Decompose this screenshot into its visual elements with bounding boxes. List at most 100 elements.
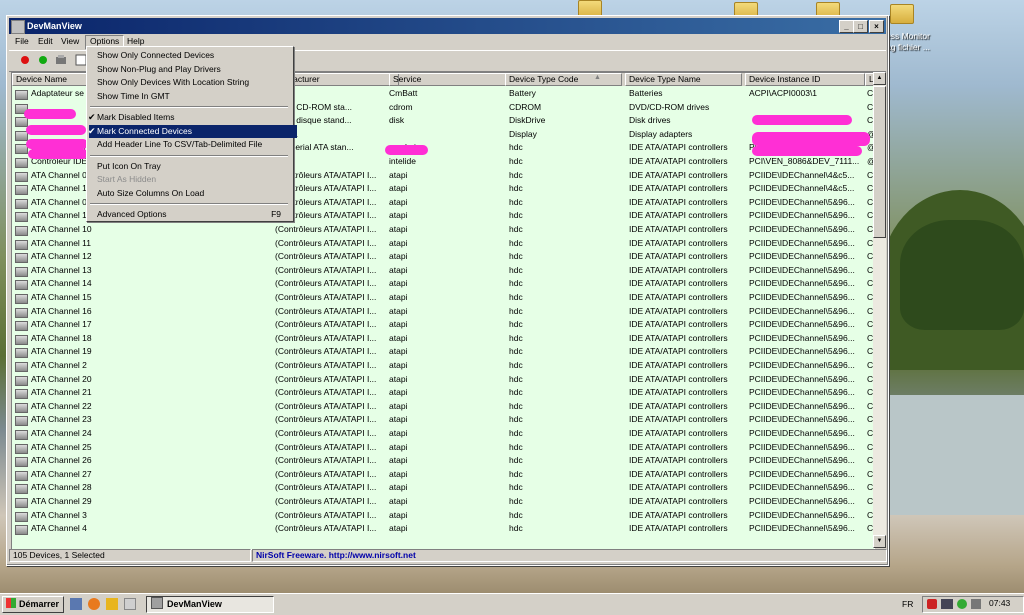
options-menu-item[interactable]: ✔ Mark Disabled Items <box>88 111 297 124</box>
cell-mfr: (Contrôleurs ATA/ATAPI I... <box>275 237 377 248</box>
table-row[interactable]: ATA Channel 22 (Contrôleurs ATA/ATAPI I..… <box>12 400 874 414</box>
options-menu-item[interactable]: ✔ Mark Connected Devices <box>88 124 297 138</box>
options-menu-item[interactable]: Add Header Line To CSV/Tab-Delimited Fil… <box>89 138 297 151</box>
table-row[interactable]: ATA Channel 23 (Contrôleurs ATA/ATAPI I..… <box>12 413 874 427</box>
device-icon <box>15 239 28 250</box>
cell-type: DVD/CD-ROM drives <box>629 101 710 112</box>
cell-mfr: (Contrôleurs ATA/ATAPI I... <box>275 224 377 234</box>
scroll-thumb[interactable] <box>873 86 886 238</box>
table-row[interactable]: ATA Channel 17 (Contrôleurs ATA/ATAPI I..… <box>12 318 874 332</box>
tray-security-icon[interactable] <box>957 599 967 609</box>
cell-code: CDROM <box>509 101 542 112</box>
options-menu-item[interactable]: Show Non-Plug and Play Drivers <box>89 63 297 76</box>
tray-network-icon[interactable] <box>941 599 953 609</box>
show-desktop-icon[interactable] <box>70 598 82 610</box>
device-icon <box>15 362 28 372</box>
device-icon <box>15 457 28 468</box>
options-menu-item[interactable]: Show Time In GMT <box>89 90 297 103</box>
table-row[interactable]: ATA Channel 10 (Contrôleurs ATA/ATAPI I..… <box>12 223 874 237</box>
tray-network-icon[interactable] <box>927 599 937 609</box>
table-row[interactable]: ATA Channel 26 (Contrôleurs ATA/ATAPI I..… <box>12 454 874 468</box>
menu-edit[interactable]: Edit <box>34 35 57 48</box>
cell-service: disk <box>389 115 405 126</box>
disable-device-icon[interactable] <box>19 54 31 66</box>
cell-instance: PCIIDE\IDEChannel\5&96... <box>749 360 855 370</box>
scroll-up-button[interactable]: ▲ <box>873 72 886 85</box>
column-header-service[interactable]: Service <box>389 73 506 86</box>
cell-mfr: (Contrôleurs ATA/ATAPI I... <box>275 292 377 302</box>
cell-mfr: (Contrôleurs ATA/ATAPI I... <box>275 278 377 289</box>
cell-type: IDE ATA/ATAPI controllers <box>629 305 728 316</box>
maximize-button[interactable]: □ <box>853 20 868 33</box>
cell-name: ATA Channel 14 <box>31 278 92 289</box>
table-row[interactable]: ATA Channel 15 (Contrôleurs ATA/ATAPI I..… <box>12 291 874 305</box>
firefox-icon[interactable] <box>88 598 100 610</box>
tray-volume-icon[interactable] <box>971 599 981 609</box>
status-device-count: 105 Devices, 1 Selected <box>9 549 251 562</box>
desktop-folder-icon[interactable] <box>890 4 914 24</box>
vertical-scrollbar[interactable]: ▲ ▼ <box>873 72 886 548</box>
cell-mfr: (Contrôleurs ATA/ATAPI I... <box>275 305 377 316</box>
media-player-icon[interactable] <box>106 598 118 610</box>
options-menu-item[interactable]: Auto Size Columns On Load <box>89 187 297 200</box>
table-row[interactable]: ATA Channel 2 (Contrôleurs ATA/ATAPI I...… <box>12 359 874 373</box>
cell-code: hdc <box>509 264 523 275</box>
table-row[interactable]: ATA Channel 16 (Contrôleurs ATA/ATAPI I..… <box>12 305 874 319</box>
table-row[interactable]: ATA Channel 11 (Contrôleurs ATA/ATAPI I..… <box>12 237 874 251</box>
taskbar-devmanview[interactable]: DevManView <box>146 596 274 613</box>
column-header-device-type-code[interactable]: Device Type Code <box>505 73 622 86</box>
table-row[interactable]: ATA Channel 14 (Contrôleurs ATA/ATAPI I..… <box>12 277 874 291</box>
close-button[interactable]: × <box>869 20 884 33</box>
clock[interactable]: 07:43 <box>989 598 1010 608</box>
options-menu-item-label: Show Time In GMT <box>97 90 170 101</box>
table-row[interactable]: ATA Channel 25 (Contrôleurs ATA/ATAPI I..… <box>12 441 874 455</box>
options-menu-item[interactable]: Show Only Connected Devices <box>89 49 297 62</box>
cell-service: atapi <box>389 305 408 316</box>
column-header-manufacturer[interactable]: ufacturer <box>282 73 399 86</box>
table-row[interactable]: ATA Channel 21 (Contrôleurs ATA/ATAPI I..… <box>12 386 874 400</box>
options-menu-item[interactable]: Show Only Devices With Location String <box>89 76 297 89</box>
options-menu-item[interactable]: Advanced Options F9 <box>89 208 297 221</box>
table-row[interactable]: ATA Channel 29 (Contrôleurs ATA/ATAPI I..… <box>12 495 874 509</box>
checkmark-icon: ✔ <box>88 112 96 122</box>
table-row[interactable]: ATA Channel 24 (Contrôleurs ATA/ATAPI I..… <box>12 427 874 441</box>
language-indicator[interactable]: FR <box>902 599 913 609</box>
cell-type: IDE ATA/ATAPI controllers <box>629 428 728 438</box>
cell-instance: PCIIDE\IDEChannel\5&96... <box>749 400 855 411</box>
options-menu-item[interactable]: Put Icon On Tray <box>89 160 297 173</box>
table-row[interactable]: ATA Channel 18 (Contrôleurs ATA/ATAPI I..… <box>12 332 874 346</box>
column-header-device-type-name[interactable]: Device Type Name <box>625 73 742 86</box>
options-menu-item[interactable]: Start As Hidden <box>89 173 297 186</box>
cell-instance: ACPI\ACPI0003\1 <box>749 88 818 98</box>
cell-instance: PCIIDE\IDEChannel\5&96... <box>749 237 855 248</box>
table-row[interactable]: ATA Channel 20 (Contrôleurs ATA/ATAPI I..… <box>12 373 874 387</box>
table-row[interactable]: ATA Channel 13 (Contrôleurs ATA/ATAPI I..… <box>12 264 874 278</box>
enable-device-icon[interactable] <box>37 54 49 66</box>
status-credit-link[interactable]: NirSoft Freeware. http://www.nirsoft.net <box>252 549 887 562</box>
table-row[interactable]: ATA Channel 4 (Contrôleurs ATA/ATAPI I...… <box>12 522 874 536</box>
cell-type: IDE ATA/ATAPI controllers <box>629 346 728 357</box>
cell-code: hdc <box>509 523 523 534</box>
start-button[interactable]: Démarrer <box>2 596 64 613</box>
cell-code: hdc <box>509 196 523 207</box>
table-row[interactable]: ATA Channel 19 (Contrôleurs ATA/ATAPI I..… <box>12 345 874 359</box>
scroll-down-button[interactable]: ▼ <box>873 535 886 548</box>
table-row[interactable]: ATA Channel 28 (Contrôleurs ATA/ATAPI I..… <box>12 481 874 495</box>
minimize-button[interactable]: _ <box>839 20 854 33</box>
menu-view[interactable]: View <box>57 35 83 48</box>
menu-file[interactable]: File <box>11 35 33 48</box>
quick-launch-icon[interactable] <box>124 598 136 610</box>
cell-type: IDE ATA/ATAPI controllers <box>629 455 728 466</box>
cell-service: cdrom <box>389 101 413 112</box>
cell-code: hdc <box>509 142 523 153</box>
table-row[interactable]: ATA Channel 27 (Contrôleurs ATA/ATAPI I..… <box>12 468 874 482</box>
table-row[interactable]: ATA Channel 12 (Contrôleurs ATA/ATAPI I..… <box>12 250 874 264</box>
uninstall-device-icon[interactable] <box>55 54 67 66</box>
column-header-device-instance-id[interactable]: Device Instance ID <box>745 73 865 86</box>
title-bar[interactable]: DevManView _ □ × <box>9 18 886 34</box>
options-menu-item-label: Show Non-Plug and Play Drivers <box>97 63 221 74</box>
cell-mfr: (Contrôleurs ATA/ATAPI I... <box>275 387 377 398</box>
cell-service: CmBatt <box>389 88 418 98</box>
table-row[interactable]: ATA Channel 3 (Contrôleurs ATA/ATAPI I...… <box>12 509 874 523</box>
desktop-icon-label[interactable]: ess Monitor ag fichier ... <box>886 31 930 53</box>
